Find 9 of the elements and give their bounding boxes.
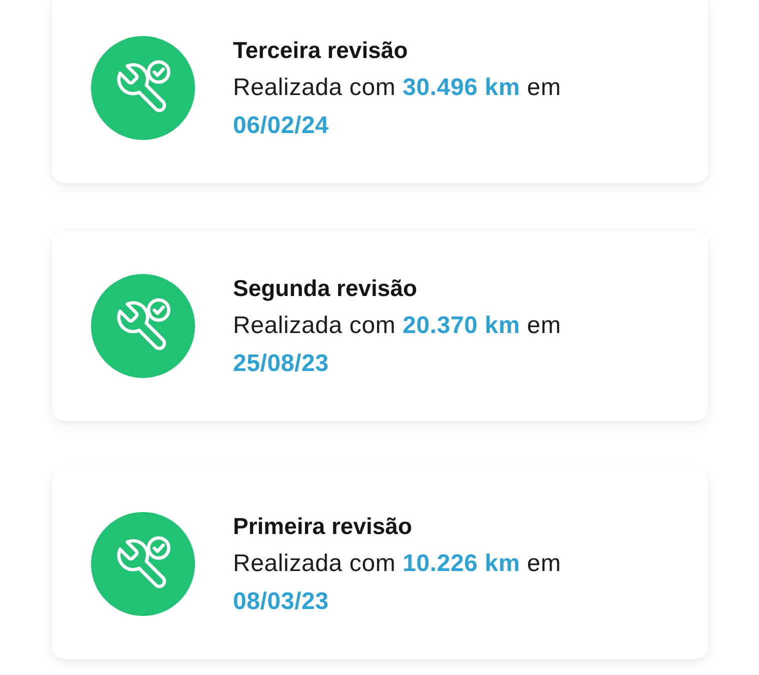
revision-details: Realizada com 10.226 km em 08/03/23 [233, 549, 562, 617]
wrench-check-icon [91, 512, 195, 616]
wrench-check-icon [91, 274, 195, 378]
revision-details: Realizada com 30.496 km em 06/02/24 [233, 73, 562, 141]
revision-title: Segunda revisão [233, 274, 418, 303]
wrench-check-icon [91, 36, 195, 140]
revision-details: Realizada com 20.370 km em 25/08/23 [233, 311, 562, 379]
revision-title: Primeira revisão [233, 512, 414, 541]
revision-title: Terceira revisão [233, 36, 409, 65]
